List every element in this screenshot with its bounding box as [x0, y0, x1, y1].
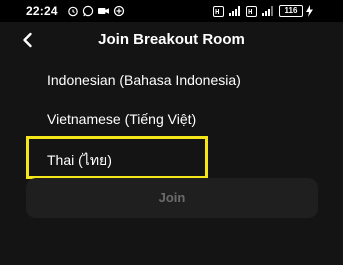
hd-voice-icon	[246, 5, 257, 17]
charging-icon	[306, 5, 313, 17]
language-option-indonesian[interactable]: Indonesian (Bahasa Indonesia)	[47, 72, 241, 88]
status-time: 22:24	[26, 4, 58, 18]
battery-icon: 116	[279, 5, 303, 17]
hd-voice-icon	[213, 5, 224, 17]
status-bar: 22:24 116	[0, 0, 343, 22]
signal-2-icon	[262, 6, 273, 16]
signal-1-icon	[229, 6, 240, 16]
alarm-icon	[68, 6, 78, 17]
language-option-vietnamese[interactable]: Vietnamese (Tiếng Việt)	[47, 111, 196, 127]
whatsapp-icon	[82, 5, 94, 17]
language-option-thai[interactable]: Thai (ไทย)	[47, 150, 112, 172]
header: Join Breakout Room	[0, 22, 343, 62]
app-screen: 22:24 116 Join Breakout Room Indonesian …	[0, 0, 343, 265]
status-right-icons: 116	[213, 3, 313, 19]
data-saver-icon	[113, 5, 125, 17]
page-title: Join Breakout Room	[98, 31, 245, 48]
join-button[interactable]: Join	[26, 178, 318, 218]
status-left-icons	[67, 4, 125, 18]
video-icon	[98, 8, 109, 14]
